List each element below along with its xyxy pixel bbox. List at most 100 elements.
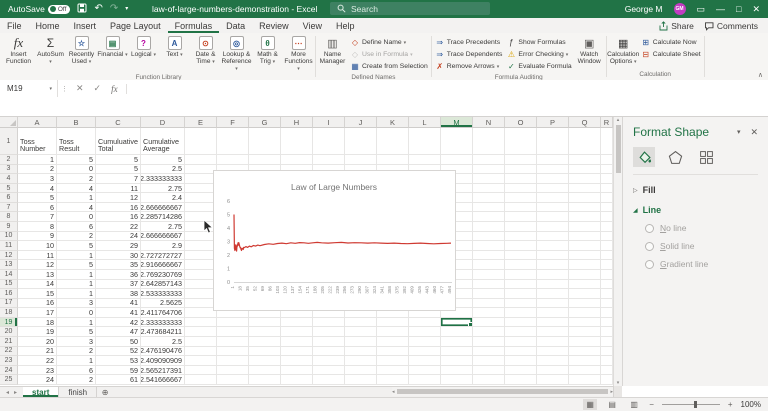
chevron-down-icon[interactable]: ▾ (49, 86, 57, 92)
cell-E23[interactable] (185, 356, 217, 366)
cell-N2[interactable] (473, 155, 505, 165)
cell-D8[interactable]: 2.285714286 (141, 212, 185, 222)
cell-O8[interactable] (505, 212, 537, 222)
cell-D23[interactable]: 2.409090909 (141, 356, 185, 366)
cell-Q9[interactable] (569, 222, 601, 232)
cell-C13[interactable]: 35 (96, 260, 141, 270)
menu-tab-home[interactable]: Home (29, 18, 67, 33)
cell-L24[interactable] (409, 366, 441, 376)
cell-P22[interactable] (537, 347, 569, 357)
ribbon-evaluate-formula-button[interactable]: ✓Evaluate Formula (506, 61, 571, 72)
cell-Q13[interactable] (569, 260, 601, 270)
cell-O15[interactable] (505, 280, 537, 290)
cell-C15[interactable]: 37 (96, 280, 141, 290)
ribbon-logical-button[interactable]: ?Logical ▾ (128, 35, 159, 60)
ribbon-text-button[interactable]: AText ▾ (159, 35, 190, 60)
cell-R20[interactable] (601, 327, 613, 337)
cell-Q7[interactable] (569, 203, 601, 213)
cell-C23[interactable]: 53 (96, 356, 141, 366)
cell-C16[interactable]: 38 (96, 289, 141, 299)
cell-R21[interactable] (601, 337, 613, 347)
cell-J19[interactable] (345, 318, 377, 328)
cell-O7[interactable] (505, 203, 537, 213)
cell-K24[interactable] (377, 366, 409, 376)
cell-P6[interactable] (537, 193, 569, 203)
cell-R4[interactable] (601, 174, 613, 184)
cell-I19[interactable] (313, 318, 345, 328)
row-header-21[interactable]: 21 (0, 337, 18, 347)
cell-O13[interactable] (505, 260, 537, 270)
row-header-4[interactable]: 4 (0, 174, 18, 184)
select-all-corner[interactable] (0, 117, 18, 128)
cell-O20[interactable] (505, 327, 537, 337)
row-header-17[interactable]: 17 (0, 299, 18, 309)
column-header-A[interactable]: A (18, 117, 57, 128)
cell-K19[interactable] (377, 318, 409, 328)
maximize-button[interactable]: □ (736, 4, 741, 14)
row-header-19[interactable]: 19 (0, 318, 18, 328)
cell-C18[interactable]: 41 (96, 308, 141, 318)
undo-button[interactable]: ↶ (94, 4, 102, 14)
cell-D20[interactable]: 2.473684211 (141, 327, 185, 337)
horizontal-scrollbar[interactable]: ◂ ▸ (392, 387, 613, 396)
cell-M2[interactable] (441, 155, 473, 165)
cell-E19[interactable] (185, 318, 217, 328)
cell-P12[interactable] (537, 251, 569, 261)
cell-A2[interactable]: 1 (18, 155, 57, 165)
cell-B24[interactable]: 6 (57, 366, 96, 376)
cell-C11[interactable]: 29 (96, 241, 141, 251)
cell-O9[interactable] (505, 222, 537, 232)
cell-N12[interactable] (473, 251, 505, 261)
cell-C21[interactable]: 50 (96, 337, 141, 347)
cell-G24[interactable] (249, 366, 281, 376)
cell-A25[interactable]: 24 (18, 375, 57, 385)
cell-L1[interactable] (409, 128, 441, 155)
sheet-tab-start[interactable]: start (23, 387, 59, 397)
cell-N14[interactable] (473, 270, 505, 280)
ribbon-lookup-reference-button[interactable]: ◎Lookup & Reference ▾ (221, 35, 252, 74)
cell-I21[interactable] (313, 337, 345, 347)
enter-button[interactable]: ✓ (89, 83, 107, 94)
cell-F2[interactable] (217, 155, 249, 165)
cell-N6[interactable] (473, 193, 505, 203)
cell-H23[interactable] (281, 356, 313, 366)
cell-F1[interactable] (217, 128, 249, 155)
cell-P18[interactable] (537, 308, 569, 318)
sheet-nav-right-icon[interactable]: ▸ (14, 389, 17, 396)
cell-Q23[interactable] (569, 356, 601, 366)
cell-Q4[interactable] (569, 174, 601, 184)
cell-R8[interactable] (601, 212, 613, 222)
column-header-C[interactable]: C (96, 117, 141, 128)
vertical-scrollbar[interactable]: ▴ ▾ (613, 117, 622, 386)
cell-R10[interactable] (601, 232, 613, 242)
cell-A7[interactable]: 6 (18, 203, 57, 213)
cell-Q2[interactable] (569, 155, 601, 165)
cell-E2[interactable] (185, 155, 217, 165)
cell-B9[interactable]: 6 (57, 222, 96, 232)
cell-I24[interactable] (313, 366, 345, 376)
cell-N13[interactable] (473, 260, 505, 270)
ribbon-calculate-now-button[interactable]: ⊞Calculate Now (641, 37, 701, 48)
cell-P4[interactable] (537, 174, 569, 184)
column-header-Q[interactable]: Q (569, 117, 601, 128)
cell-D6[interactable]: 2.4 (141, 193, 185, 203)
ribbon-calculation-options-button[interactable]: ▦Calculation Options ▾ (608, 35, 639, 67)
row-header-25[interactable]: 25 (0, 375, 18, 385)
cell-B1[interactable]: Toss Result (57, 128, 96, 155)
autosave-toggle[interactable]: AutoSave Off (8, 4, 70, 14)
cell-B7[interactable]: 4 (57, 203, 96, 213)
radio-button-icon[interactable] (645, 224, 654, 233)
size-properties-tab[interactable] (695, 147, 717, 167)
cell-J21[interactable] (345, 337, 377, 347)
cell-A9[interactable]: 8 (18, 222, 57, 232)
cell-E24[interactable] (185, 366, 217, 376)
cell-Q16[interactable] (569, 289, 601, 299)
cell-R19[interactable] (601, 318, 613, 328)
cell-R3[interactable] (601, 165, 613, 175)
cell-N19[interactable] (473, 318, 505, 328)
cell-D2[interactable]: 5 (141, 155, 185, 165)
cell-O25[interactable] (505, 375, 537, 385)
cell-P3[interactable] (537, 165, 569, 175)
cell-Q8[interactable] (569, 212, 601, 222)
cell-P10[interactable] (537, 232, 569, 242)
